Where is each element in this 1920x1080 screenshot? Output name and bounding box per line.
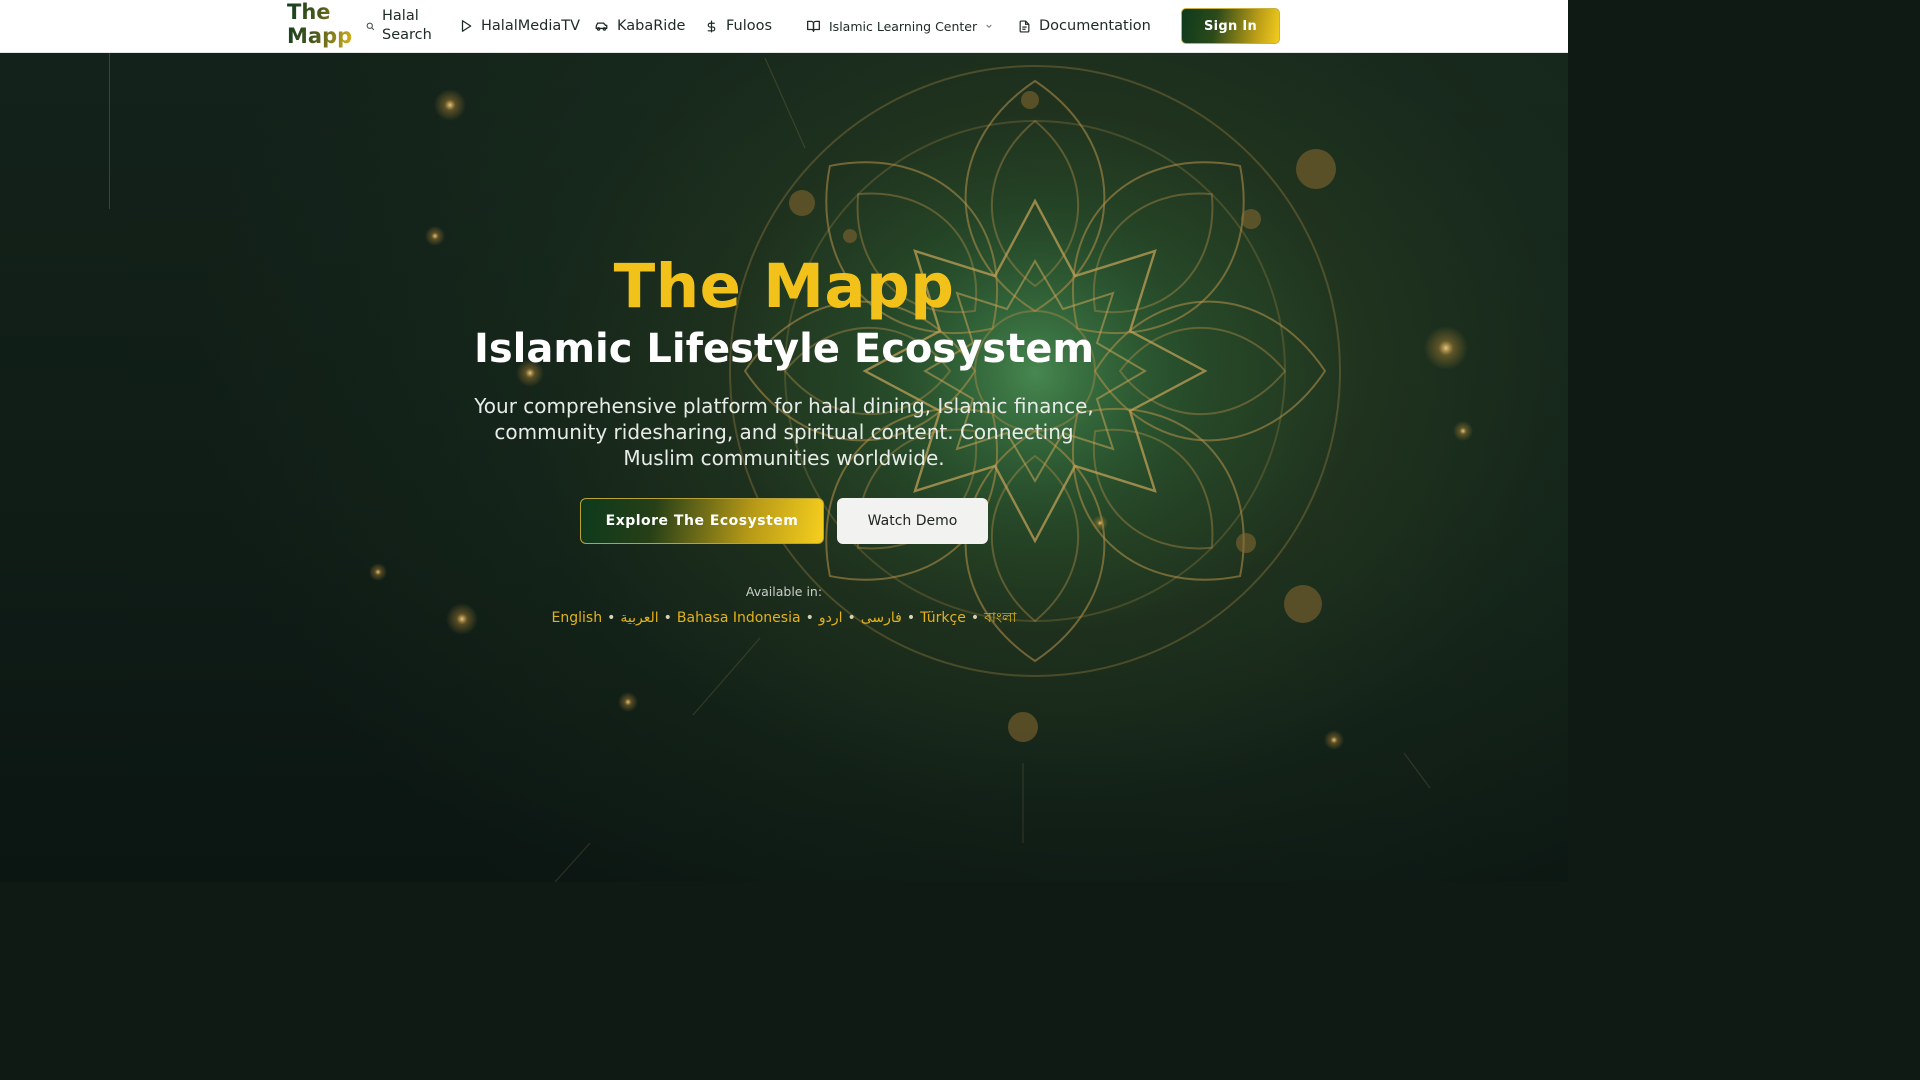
language-arabic[interactable]: العربية [620,610,658,626]
nav-label: Fuloos [726,18,773,34]
hero-section: The Mapp Islamic Lifestyle Ecosystem You… [0,53,1568,882]
watch-demo-button[interactable]: Watch Demo [837,498,988,544]
nav-label: HalalMediaTV [481,18,581,34]
language-english[interactable]: English [552,610,603,626]
sign-in-button[interactable]: Sign In [1181,8,1280,44]
hero-description: Your comprehensive platform for halal di… [474,394,1094,470]
dollar-icon [707,19,716,33]
language-farsi[interactable]: فارسی [861,610,902,626]
nav-label: KabaRide [617,18,686,34]
nav-label: Documentation [1039,18,1151,34]
nav-label: Islamic Learning Center [829,18,978,34]
language-bahasa-indonesia[interactable]: Bahasa Indonesia [677,610,801,626]
explore-ecosystem-button[interactable]: Explore The Ecosystem [580,498,824,544]
language-urdu[interactable]: اردو [819,610,843,626]
document-icon [1019,19,1030,33]
book-icon [807,20,820,32]
language-separator: • [906,610,916,626]
logo[interactable]: The Mapp [287,0,359,48]
nav-halalmediatv[interactable]: HalalMediaTV [459,0,580,52]
top-navigation-bar: The Mapp Halal Search HalalMediaTV KabaR… [0,0,1568,53]
nav-label: Halal Search [382,8,432,43]
hero-title: The Mapp [613,251,955,322]
nav-fuloos[interactable]: Fuloos [705,0,772,52]
car-icon [595,22,608,31]
nav-kabaride[interactable]: KabaRide [594,0,685,52]
nav-islamic-learning-center[interactable]: Islamic Learning Center [806,0,993,52]
language-turkish[interactable]: Türkçe [920,610,966,626]
chevron-down-icon [986,24,992,29]
language-bengali[interactable]: বাংলা [984,610,1016,626]
play-icon [461,20,472,32]
language-separator: • [805,610,814,626]
nav-halal-search[interactable]: Halal Search [366,0,442,52]
language-separator: • [970,610,980,626]
hero-subtitle: Islamic Lifestyle Ecosystem [473,326,1095,372]
language-list: English • العربية • Bahasa Indonesia • فارسی•ا… [0,606,1568,630]
available-in-label: Available in: [745,584,823,599]
language-separator: • [607,610,616,626]
language-separator: • [663,610,672,626]
nav-documentation[interactable]: Documentation [1018,0,1151,52]
language-separator: • [847,610,856,626]
search-icon [366,22,375,30]
